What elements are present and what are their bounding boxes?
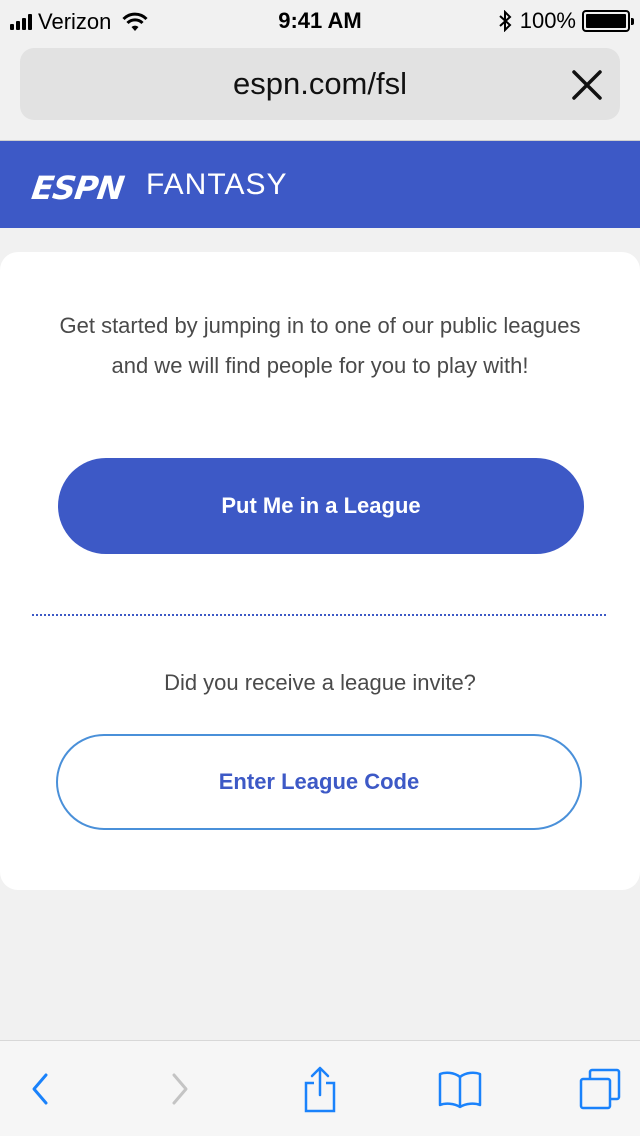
bookmarks-button[interactable]: [436, 1065, 484, 1113]
put-me-in-a-league-button[interactable]: Put Me in a League: [58, 458, 584, 554]
address-bar[interactable]: espn.com/fsl: [20, 48, 620, 120]
close-icon[interactable]: [572, 70, 602, 100]
intro-text: Get started by jumping in to one of our …: [59, 313, 581, 378]
forward-chevron-icon: [172, 1073, 188, 1105]
battery-percent: 100%: [519, 8, 576, 33]
share-icon: [304, 1066, 336, 1113]
url-text[interactable]: espn.com/fsl: [20, 48, 620, 120]
dotted-divider: [32, 614, 606, 616]
share-button[interactable]: [296, 1065, 344, 1113]
enter-league-code-button[interactable]: Enter League Code: [56, 734, 582, 830]
back-button[interactable]: [16, 1065, 64, 1113]
status-right: 100%: [498, 8, 634, 34]
espn-logo[interactable]: ESPN: [29, 169, 125, 207]
bluetooth-icon: [499, 10, 512, 32]
browser-toolbar: [0, 1040, 640, 1136]
back-chevron-icon: [32, 1073, 48, 1105]
join-league-card: Get started by jumping in to one of our …: [0, 252, 640, 890]
invite-question: Did you receive a league invite?: [164, 670, 476, 695]
bookmarks-icon: [438, 1071, 482, 1109]
forward-button[interactable]: [156, 1065, 204, 1113]
fantasy-label: FANTASY: [146, 168, 288, 201]
tabs-icon: [579, 1068, 621, 1110]
tabs-button[interactable]: [576, 1065, 624, 1113]
status-bar: Verizon 9:41 AM 100%: [0, 0, 640, 40]
battery-icon: [582, 10, 634, 32]
espn-fantasy-header: ESPN FANTASY: [0, 140, 640, 228]
